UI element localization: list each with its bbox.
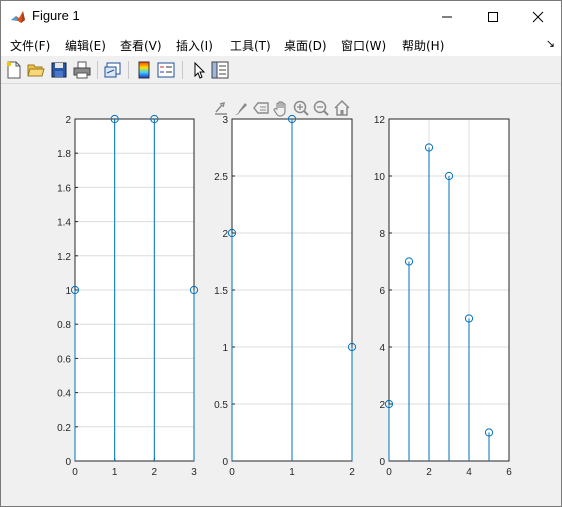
x-tick-label: 4 [466,467,472,478]
axes-3[interactable]: 0 2 4 6 8 10 12 0 2 4 6 [374,115,512,478]
menu-desktop[interactable]: 桌面(D) [284,37,327,54]
edit-plot-arrow-icon[interactable] [189,61,207,79]
x-tick-label: 2 [426,467,432,478]
axes-layer: 00.20.40.60.811.21.41.61.820 1 2 300.511.52… [57,114,512,478]
y-tick-label: 0.8 [57,320,71,331]
maximize-icon [488,12,498,22]
insert-colorbar-icon[interactable] [135,61,153,79]
x-tick-label: 1 [112,467,118,478]
minimize-icon [442,16,452,18]
y-tick-label: 1.5 [214,286,228,297]
menu-help[interactable]: 帮助(H) [402,37,444,54]
menu-dock-arrow-icon[interactable]: ↘ [546,37,555,50]
axes-2[interactable]: 0 0.5 1 1.5 2 2.5 3 0 1 2 [214,114,357,478]
y-tick-label: 2 [379,400,385,411]
y-tick-label: 10 [374,172,386,183]
home-icon[interactable] [334,99,350,116]
y-tick-label: 0.2 [57,423,71,434]
y-tick-label: 1 [222,343,228,354]
x-tick-label: 0 [386,467,392,478]
y-tick-label: 6 [379,286,385,297]
y-tick-label: 0 [379,457,385,468]
pan-hand-icon[interactable] [273,101,286,117]
menu-window[interactable]: 窗口(W) [341,37,386,54]
menu-file[interactable]: 文件(F) [10,37,50,54]
menu-bar: 文件(F) 编辑(E) 查看(V) 插入(I) 工具(T) 桌面(D) 窗口(W… [1,32,561,56]
toolbar-separator [182,61,183,79]
insert-legend-icon[interactable] [157,61,175,79]
y-tick-label: 1.4 [57,218,71,229]
zoom-in-icon[interactable] [293,100,309,116]
y-tick-label: 2 [222,229,228,240]
brush-icon[interactable] [235,103,247,115]
menu-edit[interactable]: 编辑(E) [65,37,106,54]
toolbar-separator [128,61,129,79]
maximize-button[interactable] [470,1,516,32]
figure-window: Figure 1 文件(F) 编辑(E) 查看(V) 插入(I) 工具(T) 桌… [0,0,562,507]
y-tick-label: 0.5 [214,400,228,411]
open-file-icon[interactable] [27,61,45,79]
print-icon[interactable] [73,61,91,79]
axes-toolbar [215,99,350,117]
x-tick-label: 0 [229,467,235,478]
y-tick-label: 12 [374,115,386,126]
y-tick-label: 0.4 [57,389,71,400]
data-tips-icon[interactable] [253,102,269,114]
y-tick-label: 0.6 [57,354,71,365]
x-tick-label: 6 [506,467,512,478]
x-tick-label: 1 [289,467,295,478]
figure-canvas: 0 0.2 0.4 0.6 0.8 1 1.2 1.4 1.6 1.8 2 0 1 2 3 0 0.5 1 1.5 2… [1,84,561,506]
y-tick-label: 0 [222,457,228,468]
x-tick-label: 0 [72,467,78,478]
x-tick-label: 2 [152,467,158,478]
y-tick-label: 3 [222,115,228,126]
menu-view[interactable]: 查看(V) [120,37,162,54]
close-icon [532,11,544,23]
y-tick-label: 1 [65,286,71,297]
minimize-button[interactable] [424,1,470,32]
x-tick-label: 2 [349,467,355,478]
y-tick-label: 8 [379,229,385,240]
axes-1[interactable]: 0 0.2 0.4 0.6 0.8 1 1.2 1.4 1.6 1.8 2 0 1 2 3 [57,114,199,478]
link-plot-icon[interactable] [104,61,122,79]
window-title: Figure 1 [32,8,80,23]
y-tick-label: 2 [65,115,71,126]
y-tick-label: 1.2 [57,252,71,263]
matlab-logo-icon [10,9,26,25]
menu-tools[interactable]: 工具(T) [230,37,271,54]
zoom-out-icon[interactable] [313,100,329,116]
x-tick-label: 3 [191,467,197,478]
export-icon[interactable] [215,101,227,115]
property-inspector-icon[interactable] [211,61,229,79]
y-tick-label: 4 [379,343,385,354]
y-tick-label: 1.6 [57,183,71,194]
menu-insert[interactable]: 插入(I) [176,37,213,54]
toolbar-separator [97,61,98,79]
figure-toolbar [1,57,561,84]
new-figure-icon[interactable] [5,61,23,79]
y-tick-label: 1.8 [57,149,71,160]
plot-area: 00.20.40.60.811.21.41.61.820 1 2 300.511.52… [57,99,512,478]
y-tick-label: 2.5 [214,172,228,183]
title-bar[interactable]: Figure 1 [1,1,561,32]
y-tick-label: 0 [65,457,71,468]
close-button[interactable] [515,1,561,32]
save-icon[interactable] [50,61,68,79]
